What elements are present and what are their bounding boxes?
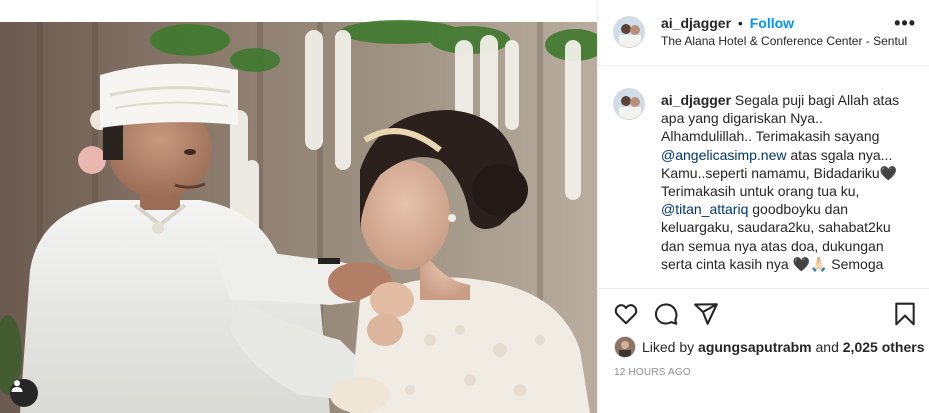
likes-count-link[interactable]: 2,025 others (843, 339, 925, 355)
separator-dot: • (737, 15, 743, 31)
post-timestamp[interactable]: 12 HOURS AGO (614, 367, 691, 378)
likes-prefix: Liked by (642, 339, 695, 355)
liker-avatar-image (615, 337, 635, 357)
share-icon[interactable] (693, 301, 719, 327)
comment-icon[interactable] (653, 301, 679, 327)
post-header: ai_djagger • Follow The Alana Hotel & Co… (598, 0, 929, 66)
author-avatar-image (614, 17, 644, 47)
action-bar (598, 288, 929, 340)
user-tag-button[interactable] (10, 379, 38, 407)
post-side-panel: ai_djagger • Follow The Alana Hotel & Co… (597, 0, 929, 413)
user-tag-icon (11, 380, 23, 392)
mention-link[interactable]: @titan_attariq (661, 201, 748, 217)
author-avatar[interactable] (613, 16, 645, 48)
post-location[interactable]: The Alana Hotel & Conference Center - Se… (661, 34, 916, 48)
wedding-photo-image (0, 0, 597, 413)
caption-text: ai_djagger Segala puji bagi Allah atas a… (661, 91, 916, 273)
caption-username[interactable]: ai_djagger (661, 92, 731, 108)
liker-username[interactable]: agungsaputrabm (698, 339, 812, 355)
caption-author-avatar[interactable] (613, 88, 645, 120)
likes-middle: and (815, 339, 839, 355)
bookmark-icon[interactable] (892, 301, 918, 327)
heart-icon[interactable] (613, 301, 639, 327)
liker-avatar[interactable] (614, 336, 636, 358)
caption-area: ai_djagger Segala puji bagi Allah atas a… (598, 66, 929, 288)
post-modal: ai_djagger • Follow The Alana Hotel & Co… (0, 0, 929, 413)
caption-avatar-image (614, 89, 644, 119)
more-options-icon[interactable]: ••• (894, 14, 916, 32)
header-title-line: ai_djagger • Follow (661, 15, 794, 31)
likes-summary: Liked by agungsaputrabm and 2,025 others (614, 336, 924, 358)
caption-part-3: Terimakasih untuk orang tua ku, (661, 183, 860, 200)
author-username[interactable]: ai_djagger (661, 15, 731, 31)
post-photo[interactable] (0, 0, 597, 413)
mention-link[interactable]: @angelicasimp.new (661, 147, 787, 163)
follow-button[interactable]: Follow (750, 15, 794, 31)
